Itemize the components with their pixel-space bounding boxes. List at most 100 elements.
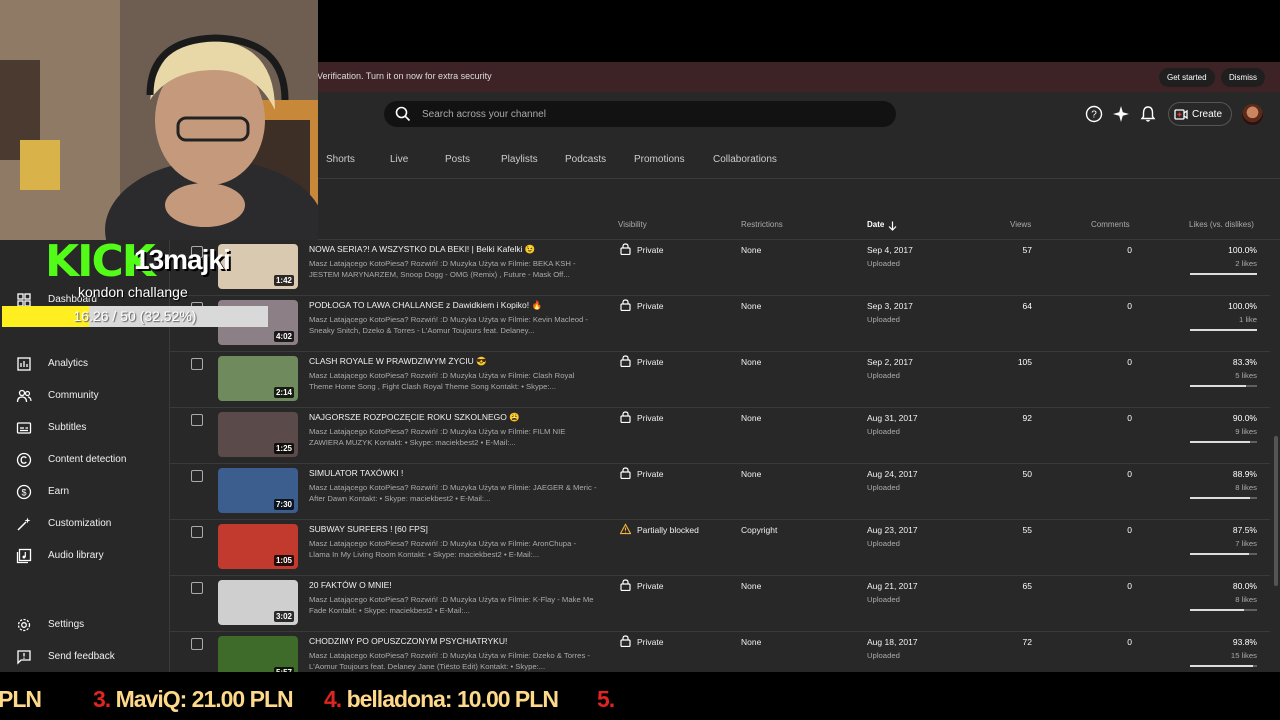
sidebar-item-label: Send feedback (48, 651, 115, 662)
sidebar-item-settings[interactable]: Settings (0, 614, 170, 638)
header-restrictions[interactable]: Restrictions (741, 220, 783, 229)
header-comments[interactable]: Comments (1091, 220, 1130, 229)
likes-ratio-fill (1190, 329, 1257, 331)
table-row[interactable]: 5:57 CHODZIMY PO OPUSZCZONYM PSYCHIATRYKU… (170, 632, 1270, 672)
sidebar-item-earn[interactable]: $ Earn (0, 481, 170, 505)
table-row[interactable]: 4:02 PODŁOGA TO LAWA CHALLANGE z Dawidkie… (170, 296, 1270, 352)
video-duration: 1:42 (273, 275, 294, 286)
tab-promotions[interactable]: Promotions (634, 154, 685, 165)
sort-down-arrow-icon[interactable] (888, 221, 897, 231)
banner-text: Verification. Turn it on now for extra s… (317, 71, 492, 81)
video-title[interactable]: PODŁOGA TO LAWA CHALLANGE z Dawidkiem i … (309, 300, 599, 311)
sparkle-icon[interactable] (1112, 105, 1130, 123)
visibility-value[interactable]: Private (637, 357, 663, 367)
tab-shorts[interactable]: Shorts (326, 154, 355, 165)
visibility-value[interactable]: Private (637, 245, 663, 255)
lock-icon (620, 635, 631, 647)
header-likes[interactable]: Likes (vs. dislikes) (1189, 220, 1254, 229)
get-started-button[interactable]: Get started (1159, 68, 1215, 87)
search-input[interactable] (422, 101, 882, 127)
header-views[interactable]: Views (1010, 220, 1031, 229)
visibility-value[interactable]: Private (637, 469, 663, 479)
row-checkbox[interactable] (191, 358, 203, 370)
video-thumbnail[interactable]: 3:02 (218, 580, 298, 625)
comments-value: 0 (1127, 301, 1132, 311)
table-row[interactable]: 1:42 NOWA SERIA?! A WSZYSTKO DLA BEKI! | … (170, 240, 1270, 296)
sidebar-item-content-detection[interactable]: Content detection (0, 449, 170, 473)
subtitles-icon (16, 422, 32, 434)
tab-playlists[interactable]: Playlists (501, 154, 538, 165)
date-value: Aug 21, 2017 (867, 581, 918, 591)
visibility-value[interactable]: Private (637, 413, 663, 423)
date-value: Sep 2, 2017 (867, 357, 913, 367)
likes-percent: 80.0% (1232, 581, 1257, 591)
video-title[interactable]: 20 FAKTÓW O MNIE! (309, 580, 599, 590)
table-row[interactable]: 2:14 CLASH ROYALE W PRAWDZIWYM ŻYCIU 😎 Mas… (170, 352, 1270, 408)
kick-username: 13majki (134, 244, 231, 275)
video-thumbnail[interactable]: 7:30 (218, 468, 298, 513)
views-value: 50 (1022, 469, 1032, 479)
table-row[interactable]: 1:05 SUBWAY SURFERS ! [60 FPS] Masz Latają… (170, 520, 1270, 576)
lock-icon (620, 411, 631, 423)
table-row[interactable]: 1:25 NAJGORSZE ROZPOCZĘCIE ROKU SZKOLNEGO… (170, 408, 1270, 464)
row-checkbox[interactable] (191, 638, 203, 650)
tab-live[interactable]: Live (390, 154, 408, 165)
table-row[interactable]: 3:02 20 FAKTÓW O MNIE! Masz Latającego Kot… (170, 576, 1270, 632)
help-icon[interactable]: ? (1085, 105, 1103, 123)
row-checkbox[interactable] (191, 414, 203, 426)
video-thumbnail[interactable]: 5:57 (218, 636, 298, 672)
video-thumbnail[interactable]: 1:05 (218, 524, 298, 569)
likes-ratio-bar (1190, 609, 1257, 611)
create-button[interactable]: Create (1168, 102, 1232, 126)
header-visibility[interactable]: Visibility (618, 220, 647, 229)
visibility-value[interactable]: Partially blocked (637, 525, 699, 535)
sidebar-item-audio-library[interactable]: Audio library (0, 545, 170, 569)
visibility-value[interactable]: Private (637, 637, 663, 647)
scrollbar[interactable] (1274, 436, 1278, 586)
ticker-name: MaviQ: (115, 686, 188, 712)
row-checkbox[interactable] (191, 470, 203, 482)
likes-percent: 83.3% (1232, 357, 1257, 367)
date-value: Sep 3, 2017 (867, 301, 913, 311)
sidebar-item-customization[interactable]: Customization (0, 513, 170, 537)
video-title[interactable]: NAJGORSZE ROZPOCZĘCIE ROKU SZKOLNEGO 😩 (309, 412, 599, 423)
row-checkbox[interactable] (191, 582, 203, 594)
video-thumbnail[interactable]: 1:25 (218, 412, 298, 457)
notifications-bell-icon[interactable] (1139, 105, 1157, 123)
search-bar[interactable] (384, 101, 896, 127)
webcam-overlay (0, 0, 318, 240)
row-checkbox[interactable] (191, 526, 203, 538)
tab-podcasts[interactable]: Podcasts (565, 154, 606, 165)
table-row[interactable]: 7:30 SIMULATOR TAXÓWKI ! Masz Latającego K… (170, 464, 1270, 520)
dismiss-button[interactable]: Dismiss (1221, 68, 1265, 87)
sidebar-item-send-feedback[interactable]: Send feedback (0, 646, 170, 670)
sidebar-item-analytics[interactable]: Analytics (0, 353, 170, 377)
likes-percent: 88.9% (1232, 469, 1257, 479)
sidebar-item-label: Analytics (48, 358, 89, 369)
video-title[interactable]: NOWA SERIA?! A WSZYSTKO DLA BEKI! | Belk… (309, 244, 599, 255)
video-title[interactable]: SIMULATOR TAXÓWKI ! (309, 468, 599, 478)
restrictions-value: None (741, 469, 762, 479)
avatar[interactable] (1242, 104, 1263, 125)
video-thumbnail[interactable]: 1:42 (218, 244, 298, 289)
video-title[interactable]: CLASH ROYALE W PRAWDZIWYM ŻYCIU 😎 (309, 356, 599, 367)
tab-posts[interactable]: Posts (445, 154, 470, 165)
restrictions-value[interactable]: Copyright (741, 525, 777, 535)
tab-collaborations[interactable]: Collaborations (713, 154, 777, 165)
sidebar-item-subtitles[interactable]: Subtitles (0, 417, 170, 441)
sidebar-item-community[interactable]: Community (0, 385, 170, 409)
header-date[interactable]: Date (867, 220, 884, 229)
likes-ratio-fill (1190, 553, 1249, 555)
visibility-value[interactable]: Private (637, 301, 663, 311)
gear-icon (17, 618, 31, 632)
comments-value: 0 (1127, 581, 1132, 591)
video-thumbnail[interactable]: 2:14 (218, 356, 298, 401)
svg-text:$: $ (21, 488, 26, 498)
ticker-amount: PLN (0, 686, 42, 712)
video-description: Masz Latającego KotoPiesa? Rozwiń! :D Mu… (309, 595, 594, 615)
analytics-icon (17, 357, 31, 371)
video-title[interactable]: SUBWAY SURFERS ! [60 FPS] (309, 524, 599, 534)
visibility-value[interactable]: Private (637, 581, 663, 591)
video-title[interactable]: CHODZIMY PO OPUSZCZONYM PSYCHIATRYKU! (309, 636, 599, 646)
likes-percent: 87.5% (1232, 525, 1257, 535)
